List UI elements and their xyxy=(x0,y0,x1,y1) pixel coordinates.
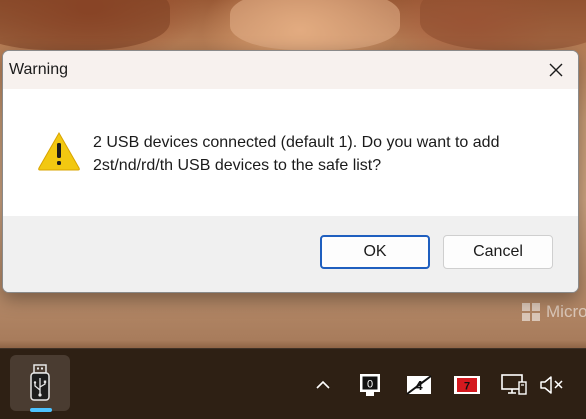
counter-text: 0 xyxy=(367,379,373,391)
active-app-indicator xyxy=(30,408,52,412)
dialog-message: 2 USB devices connected (default 1). Do … xyxy=(93,131,553,177)
usb-icon xyxy=(30,364,50,401)
ok-button[interactable]: OK xyxy=(320,235,430,269)
message-line: 2 USB devices connected (default 1). Do … xyxy=(93,134,500,151)
cancel-button[interactable]: Cancel xyxy=(443,235,553,269)
dialog-footer: OK Cancel xyxy=(3,216,578,292)
dialog-titlebar[interactable]: Warning xyxy=(3,51,578,89)
taskbar: 0 4 7 xyxy=(0,348,586,419)
close-button[interactable] xyxy=(534,51,578,89)
dialog-content: 2 USB devices connected (default 1). Do … xyxy=(3,89,578,216)
tray-volume[interactable] xyxy=(538,373,566,397)
desktop: Micro Warning 2 USB devices connected (d… xyxy=(0,0,586,419)
usb-device-counter-icon: 0 xyxy=(360,374,380,396)
wallpaper-rock xyxy=(420,0,586,50)
speaker-muted-icon xyxy=(540,376,563,394)
windows-logo-icon xyxy=(522,303,540,321)
red-status-text: 7 xyxy=(464,381,470,393)
watermark-text: Micro xyxy=(546,302,586,321)
warning-triangle-icon xyxy=(38,131,80,171)
message-line: 2st/nd/rd/th USB devices to the safe lis… xyxy=(93,157,382,174)
tray-red-status[interactable]: 7 xyxy=(453,373,481,397)
tray-network[interactable] xyxy=(500,373,528,397)
warning-dialog: Warning 2 USB devices connected (default… xyxy=(2,50,579,293)
dialog-title: Warning xyxy=(9,61,68,78)
usb-disabled-icon: 4 xyxy=(406,375,432,395)
close-icon xyxy=(549,63,563,77)
show-hidden-icons-button[interactable] xyxy=(312,373,334,397)
chevron-up-icon xyxy=(316,380,330,389)
windows-watermark: Micro xyxy=(522,302,586,322)
network-monitor-icon xyxy=(501,374,527,395)
wallpaper-rock xyxy=(0,0,170,50)
red-status-icon: 7 xyxy=(454,376,480,394)
wallpaper-rock xyxy=(230,0,400,50)
tray-usb-counter[interactable]: 0 xyxy=(358,373,382,397)
tray-usb-disabled[interactable]: 4 xyxy=(405,373,433,397)
taskbar-app-usb[interactable] xyxy=(10,355,70,411)
